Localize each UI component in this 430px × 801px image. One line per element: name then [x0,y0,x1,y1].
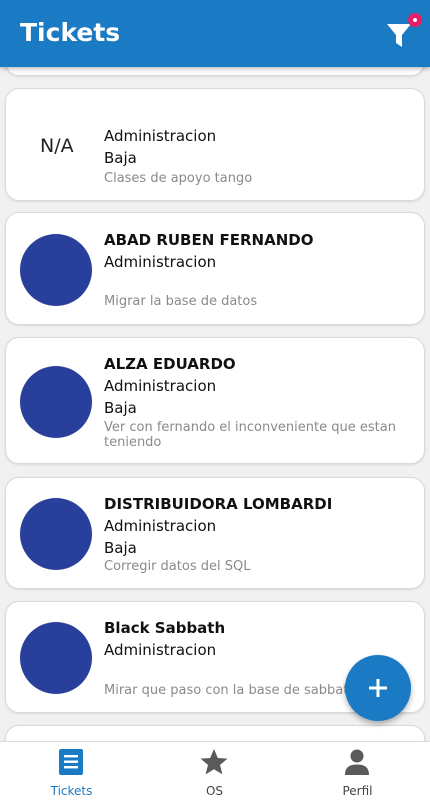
ticket-card[interactable]: ABAD RUBEN FERNANDO Administracion Migra… [5,212,425,325]
ticket-priority: Baja [104,149,137,167]
ticket-description: Migrar la base de datos [104,294,258,309]
page-title: Tickets [20,18,121,47]
ticket-area: Administracion [104,377,217,395]
nav-label: OS [205,784,224,798]
plus-icon [369,679,387,697]
avatar-placeholder-text: N/A [40,135,74,157]
ticket-card[interactable]: DISTRIBUIDORA LOMBARDI Administracion Ba… [5,477,425,589]
ticket-card-partial[interactable] [5,725,425,741]
app-bar: Tickets [0,0,430,67]
ticket-priority: Baja [104,539,137,557]
list-icon [59,749,83,775]
bottom-navigation: Tickets OS Perfil [0,741,430,801]
avatar [20,498,92,570]
ticket-area: Administracion [104,253,217,271]
ticket-priority: Baja [104,399,137,417]
nav-item-perfil[interactable]: Perfil [286,742,429,801]
ticket-description: Ver con fernando el inconveniente que es… [104,420,396,450]
ticket-area: Administracion [104,517,217,535]
person-icon [345,749,369,775]
ticket-area: Administracion [104,641,217,659]
ticket-client: ABAD RUBEN FERNANDO [104,231,314,249]
ticket-list[interactable]: N/A Administracion Baja Clases de apoyo … [0,0,430,741]
ticket-client: ALZA EDUARDO [104,355,236,373]
nav-item-os[interactable]: OS [143,742,286,801]
ticket-description: Clases de apoyo tango [104,171,253,186]
avatar [20,622,92,694]
ticket-description: Corregir datos del SQL [104,559,251,574]
nav-label: Tickets [50,784,93,798]
star-icon [200,749,228,775]
ticket-card[interactable]: N/A Administracion Baja Clases de apoyo … [5,88,425,201]
nav-label: Perfil [342,784,373,798]
ticket-client: Black Sabbath [104,619,226,637]
avatar [20,366,92,438]
nav-item-tickets[interactable]: Tickets [0,742,143,801]
avatar [20,234,92,306]
ticket-area: Administracion [104,127,217,145]
ticket-card[interactable]: ALZA EDUARDO Administracion Baja Ver con… [5,337,425,464]
add-ticket-button[interactable] [345,655,411,721]
filter-badge [408,13,422,27]
ticket-client: DISTRIBUIDORA LOMBARDI [104,495,333,513]
